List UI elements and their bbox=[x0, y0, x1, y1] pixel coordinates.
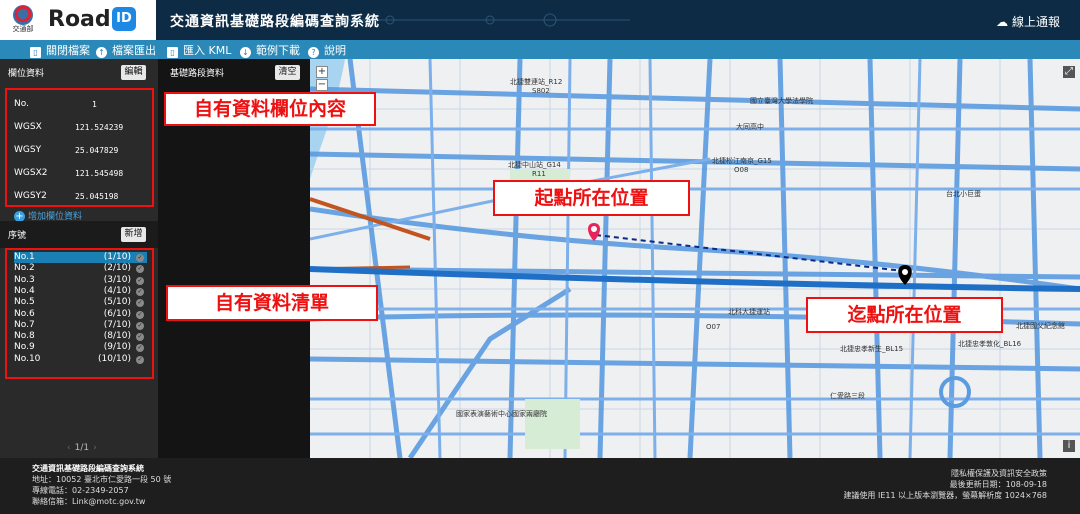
sample-download-button[interactable]: ↓ 範例下載 bbox=[240, 42, 300, 58]
footer-email[interactable]: 聯絡信箱：Link@motc.gov.tw bbox=[32, 496, 145, 507]
brand-badge-icon: ID bbox=[112, 7, 136, 31]
next-page-icon[interactable]: › bbox=[93, 443, 97, 453]
download-icon: ↓ bbox=[240, 47, 251, 58]
segment-panel-header: 基礎路段資料 清空 bbox=[158, 59, 310, 86]
ministry-seal-icon bbox=[13, 5, 33, 25]
close-file-button[interactable]: ▯ 關閉檔案 bbox=[30, 42, 90, 58]
zoom-out-button[interactable]: − bbox=[316, 79, 328, 91]
map-label: 北捷忠孝新生_BL15 bbox=[840, 345, 904, 353]
segment-panel-title: 基礎路段資料 bbox=[170, 69, 225, 79]
map-label: S802 bbox=[532, 87, 550, 95]
map-label: R11 bbox=[532, 170, 546, 178]
map-label: 國立臺灣大學法學院 bbox=[750, 97, 813, 105]
map-label: 北捷中山站_G14 bbox=[508, 161, 561, 169]
footer-phone: 專線電話：02-2349-2057 bbox=[32, 486, 129, 495]
logo-area: 交通部 Road ID bbox=[0, 0, 156, 40]
footer-address: 地址：10052 臺北市仁愛路一段 50 號 bbox=[32, 475, 172, 484]
privacy-policy-link[interactable]: 隱私權保護及資訊安全政策 bbox=[951, 468, 1047, 479]
map-label: 仁愛路三段 bbox=[830, 392, 865, 400]
brand-logo[interactable]: Road bbox=[48, 7, 111, 32]
new-button[interactable]: 新增 bbox=[121, 227, 146, 242]
close-file-label: 關閉檔案 bbox=[46, 44, 90, 57]
export-file-button[interactable]: ↑ 檔案匯出 bbox=[96, 42, 156, 58]
map-label: O08 bbox=[734, 166, 749, 174]
list-highlight-box bbox=[5, 248, 154, 379]
map-label: 北捷忠孝敦化_BL16 bbox=[958, 340, 1022, 348]
map-label: 北捷雙連站_R12 bbox=[510, 78, 563, 86]
edit-button[interactable]: 編輯 bbox=[121, 65, 146, 80]
own-list-callout: 自有資料清單 bbox=[166, 285, 378, 321]
file-icon: ▯ bbox=[167, 47, 178, 58]
map-label: O07 bbox=[706, 323, 721, 331]
question-icon: ? bbox=[308, 47, 319, 58]
zoom-in-button[interactable]: + bbox=[316, 66, 328, 78]
route-line bbox=[595, 234, 904, 272]
ministry-logo: 交通部 bbox=[10, 5, 36, 35]
help-label: 說明 bbox=[324, 44, 346, 57]
upload-icon: ↑ bbox=[96, 47, 107, 58]
map-label: 台北小巨蛋 bbox=[946, 190, 981, 198]
header-decoration bbox=[330, 13, 630, 27]
toolbar: ▯ 關閉檔案 ↑ 檔案匯出 ▯ 匯入 KML ↓ 範例下載 ? 說明 bbox=[0, 40, 1080, 59]
export-file-label: 檔案匯出 bbox=[112, 44, 156, 57]
fields-highlight-box bbox=[5, 88, 154, 207]
cloud-upload-icon: ☁ bbox=[996, 15, 1009, 29]
footer-system-name: 交通資訊基礎路段編碼查詢系統 bbox=[32, 464, 144, 473]
pager: ‹ 1/1 › bbox=[63, 443, 101, 453]
map-label: 北捷國父紀念館 bbox=[1016, 322, 1065, 330]
map-view[interactable]: 北捷雙連站_R12 S802 北捷中山站_G14 R11 大同高中 北捷松江南京… bbox=[310, 59, 1080, 458]
footer: 交通資訊基礎路段編碼查詢系統 地址：10052 臺北市仁愛路一段 50 號 專線… bbox=[0, 458, 1080, 514]
map-label: 北捷松江南京_G15 bbox=[712, 157, 772, 165]
end-point-callout: 迄點所在位置 bbox=[806, 297, 1003, 333]
browser-note: 建議使用 IE11 以上版本瀏覽器，螢幕解析度 1024×768 bbox=[843, 491, 1047, 500]
report-label: 線上通報 bbox=[1011, 15, 1060, 29]
import-kml-button[interactable]: ▯ 匯入 KML bbox=[167, 42, 231, 58]
field-panel-header: 欄位資料 編輯 bbox=[0, 59, 158, 86]
clear-button[interactable]: 清空 bbox=[275, 65, 300, 80]
fullscreen-icon[interactable]: ⤢ bbox=[1063, 66, 1075, 78]
help-button[interactable]: ? 說明 bbox=[308, 42, 346, 58]
prev-page-icon[interactable]: ‹ bbox=[67, 443, 71, 453]
list-panel-title: 序號 bbox=[8, 231, 27, 241]
import-kml-label: 匯入 KML bbox=[183, 44, 232, 57]
report-link[interactable]: ☁ 線上通報 bbox=[996, 13, 1060, 30]
map-label: 大同高中 bbox=[736, 123, 764, 131]
map-canvas[interactable] bbox=[310, 59, 1080, 458]
file-icon: ▯ bbox=[30, 47, 41, 58]
list-panel-header: 序號 新增 bbox=[0, 221, 158, 248]
own-fields-callout: 自有資料欄位內容 bbox=[164, 92, 376, 126]
map-label: 國家表演藝術中心國家兩廳院 bbox=[456, 410, 547, 418]
page-indicator: 1/1 bbox=[74, 443, 90, 453]
map-label: 北科大捷運站 bbox=[728, 308, 770, 316]
start-point-callout: 起點所在位置 bbox=[493, 180, 690, 216]
field-panel-title: 欄位資料 bbox=[8, 69, 45, 79]
sample-download-label: 範例下載 bbox=[256, 44, 300, 57]
start-marker-icon[interactable] bbox=[588, 223, 600, 241]
ministry-text: 交通部 bbox=[12, 25, 34, 33]
map-info-button[interactable]: i bbox=[1063, 440, 1075, 452]
app-header: 交通部 Road ID 交通資訊基礎路段編碼查詢系統 ☁ 線上通報 bbox=[0, 0, 1080, 40]
last-updated: 最後更新日期：108-09-18 bbox=[949, 480, 1047, 489]
